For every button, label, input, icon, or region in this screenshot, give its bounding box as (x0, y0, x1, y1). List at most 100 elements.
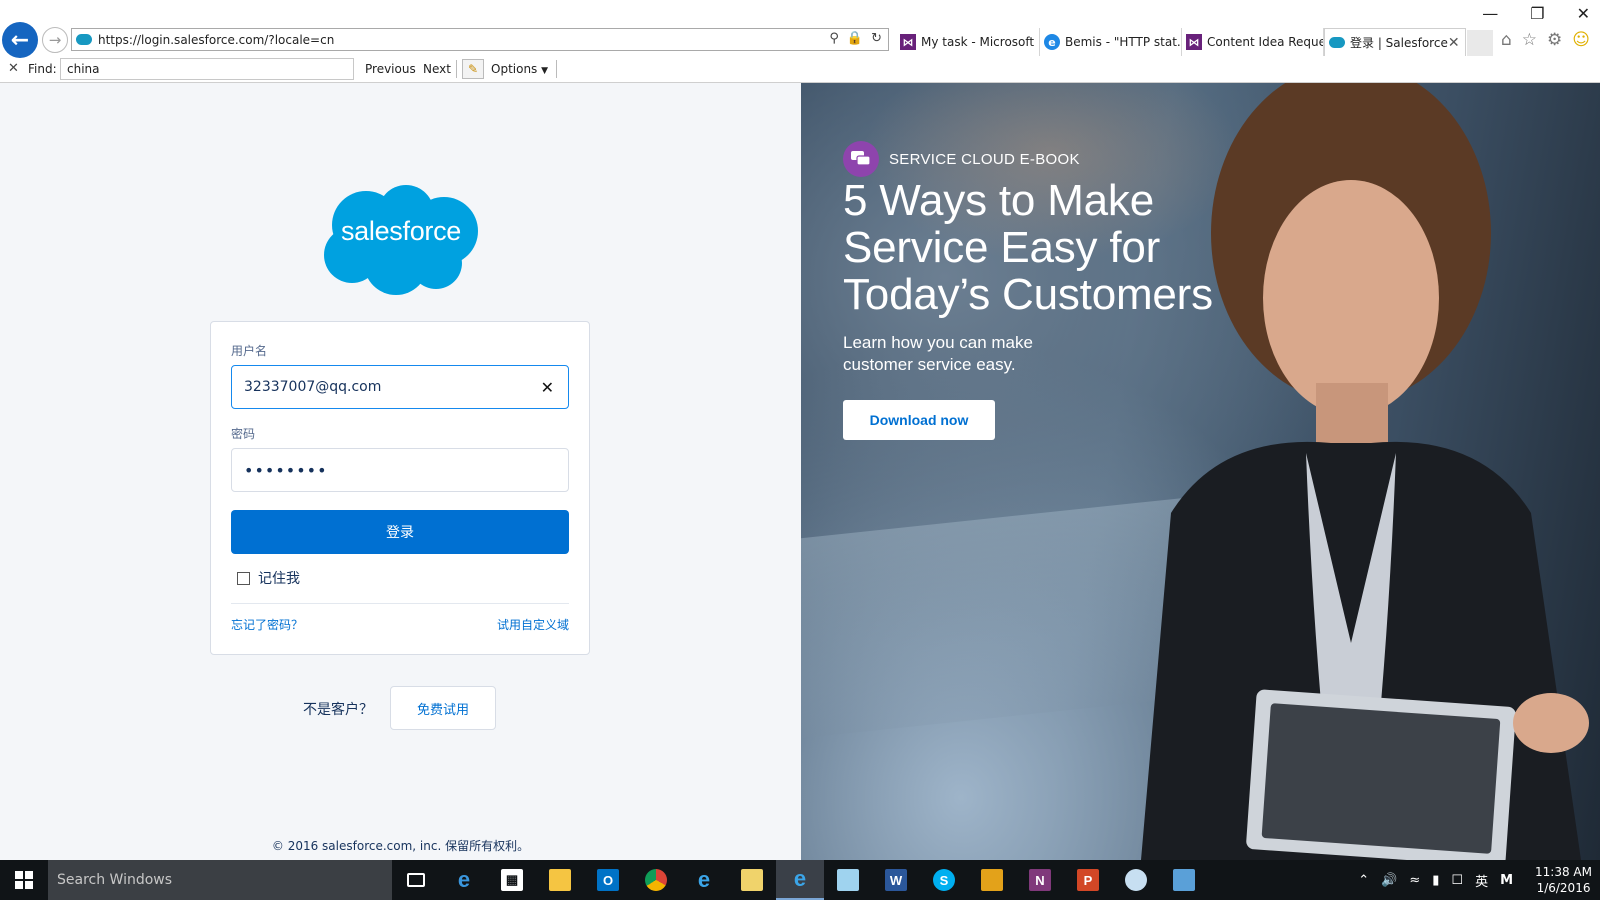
chevron-up-icon[interactable]: ⌃ (1358, 873, 1369, 888)
tab-salesforce[interactable]: 登录 | Salesforce ✕ (1324, 28, 1466, 56)
date: 1/6/2016 (1536, 881, 1591, 895)
taskbar-chrome[interactable] (632, 860, 680, 900)
highlight-pencil-icon[interactable]: ✎ (462, 59, 484, 79)
battery-icon[interactable]: ▮ (1432, 873, 1439, 888)
ime-language[interactable]: 英 (1475, 871, 1488, 890)
favorites-star-icon[interactable]: ☆ (1522, 30, 1537, 50)
taskbar-file-explorer[interactable] (536, 860, 584, 900)
restore-icon[interactable]: ❐ (1530, 4, 1544, 23)
address-bar[interactable]: https://login.salesforce.com/?locale=cn … (71, 28, 889, 51)
find-input[interactable] (60, 58, 354, 80)
taskbar-windows-explorer[interactable] (728, 860, 776, 900)
taskbar-onenote[interactable]: N (1016, 860, 1064, 900)
edge-icon: e (457, 867, 471, 892)
salesforce-logo: salesforce (318, 183, 484, 298)
custom-domain-link[interactable]: 试用自定义域 (497, 616, 569, 633)
taskbar-search[interactable]: Search Windows (48, 860, 392, 900)
wifi-icon[interactable]: ≈ (1409, 873, 1420, 888)
taskbar-store[interactable]: ▦ (488, 860, 536, 900)
find-options-dropdown[interactable]: Options ▼ (491, 62, 548, 76)
promo-subtext: Learn how you can make customer service … (843, 333, 1033, 374)
smiley-feedback-icon[interactable]: ☺ (1572, 30, 1590, 50)
free-trial-button[interactable]: 免费试用 (390, 686, 496, 730)
ie-icon: e (1044, 34, 1060, 50)
close-tab-icon[interactable]: ✕ (1448, 35, 1460, 51)
promo-tag-row: SERVICE CLOUD E-BOOK (843, 141, 1263, 177)
forward-arrow-icon: → (48, 31, 62, 49)
windows-taskbar: Search Windows e ▦ O e e W S N P ⌃ 🔊 ≈ ▮… (0, 860, 1600, 900)
store-icon: ▦ (501, 869, 523, 891)
close-find-icon[interactable]: ✕ (8, 61, 19, 76)
tab-bemis[interactable]: e Bemis - "HTTP stat... (1040, 28, 1182, 56)
tab-content-idea[interactable]: ⋈ Content Idea Reque... (1182, 28, 1324, 56)
back-arrow-icon: ← (10, 27, 30, 53)
find-next-button[interactable]: Next (423, 62, 451, 76)
new-tab-button[interactable] (1467, 30, 1493, 56)
tab-my-task[interactable]: ⋈ My task - Microsoft ... (896, 28, 1040, 56)
password-field[interactable]: •••••••• (231, 448, 569, 492)
clock[interactable]: 11:38 AM 1/6/2016 (1535, 864, 1592, 896)
salesforce-icon (1329, 37, 1345, 48)
taskbar-edge[interactable]: e (440, 860, 488, 900)
taskbar-outlook[interactable]: O (584, 860, 632, 900)
search-icon[interactable]: ⚲ (829, 31, 839, 46)
dropdown-arrow-icon: ▼ (541, 66, 549, 76)
not-customer-text: 不是客户？ (303, 702, 373, 718)
ie-icon: e (697, 867, 711, 892)
refresh-icon[interactable]: ↻ (871, 31, 882, 46)
task-view-icon (407, 873, 425, 887)
windows-explorer-icon (741, 869, 763, 891)
username-field[interactable]: 32337007@qq.com ✕ (231, 365, 569, 409)
chrome-icon (645, 869, 667, 891)
remote-desktop-icon (1173, 869, 1195, 891)
taskbar-skype[interactable]: S (920, 860, 968, 900)
tab-label: My task - Microsoft ... (921, 35, 1040, 49)
logo-text: salesforce (340, 216, 462, 246)
paint-icon (1125, 869, 1147, 891)
visual-studio-icon: ⋈ (1186, 34, 1202, 50)
forgot-password-link[interactable]: 忘记了密码？ (231, 616, 303, 633)
browser-toolbar: ⌂ ☆ ⚙ ☺ (1501, 30, 1590, 50)
lock-icon[interactable]: 🔒 (847, 31, 863, 46)
find-previous-button[interactable]: Previous (365, 62, 416, 76)
taskbar-notepad[interactable] (824, 860, 872, 900)
clear-icon[interactable]: ✕ (541, 378, 554, 397)
remember-me-checkbox[interactable] (237, 571, 250, 585)
forward-button[interactable]: → (42, 27, 68, 53)
task-view-button[interactable] (392, 860, 440, 900)
file-explorer-icon (549, 869, 571, 891)
minimize-icon[interactable]: — (1482, 4, 1498, 23)
taskbar-word[interactable]: W (872, 860, 920, 900)
visual-studio-icon: ⋈ (900, 34, 916, 50)
taskbar-ie[interactable]: e (680, 860, 728, 900)
word-icon: W (885, 869, 907, 891)
url-text[interactable]: https://login.salesforce.com/?locale=cn (98, 33, 888, 47)
volume-icon[interactable]: 🔊 (1381, 873, 1397, 888)
tab-label: Bemis - "HTTP stat... (1065, 35, 1182, 49)
download-now-button[interactable]: Download now (843, 400, 995, 440)
password-value: •••••••• (244, 460, 328, 480)
back-button[interactable]: ← (2, 22, 38, 58)
taskbar-app[interactable] (968, 860, 1016, 900)
close-window-icon[interactable]: ✕ (1577, 4, 1590, 23)
username-label: 用户名 (231, 344, 268, 358)
divider (231, 603, 569, 604)
settings-gear-icon[interactable]: ⚙ (1547, 30, 1562, 50)
onenote-icon: N (1029, 869, 1051, 891)
outlook-icon: O (597, 869, 619, 891)
notifications-icon[interactable]: ☐ (1451, 873, 1463, 888)
promo-tag: SERVICE CLOUD E-BOOK (889, 150, 1080, 168)
ime-mode[interactable]: M (1500, 873, 1513, 888)
start-button[interactable] (0, 860, 48, 900)
login-button[interactable]: 登录 (231, 510, 569, 554)
app-icon (981, 869, 1003, 891)
taskbar-remote-desktop[interactable] (1160, 860, 1208, 900)
taskbar-paint[interactable] (1112, 860, 1160, 900)
taskbar-ie-active[interactable]: e (776, 860, 824, 900)
taskbar-powerpoint[interactable]: P (1064, 860, 1112, 900)
time: 11:38 AM (1535, 865, 1592, 879)
login-card: 用户名 32337007@qq.com ✕ 密码 •••••••• 登录 记住我… (210, 321, 590, 655)
windows-logo-icon (15, 871, 33, 889)
home-icon[interactable]: ⌂ (1501, 30, 1512, 50)
remember-me[interactable]: 记住我 (237, 568, 300, 588)
